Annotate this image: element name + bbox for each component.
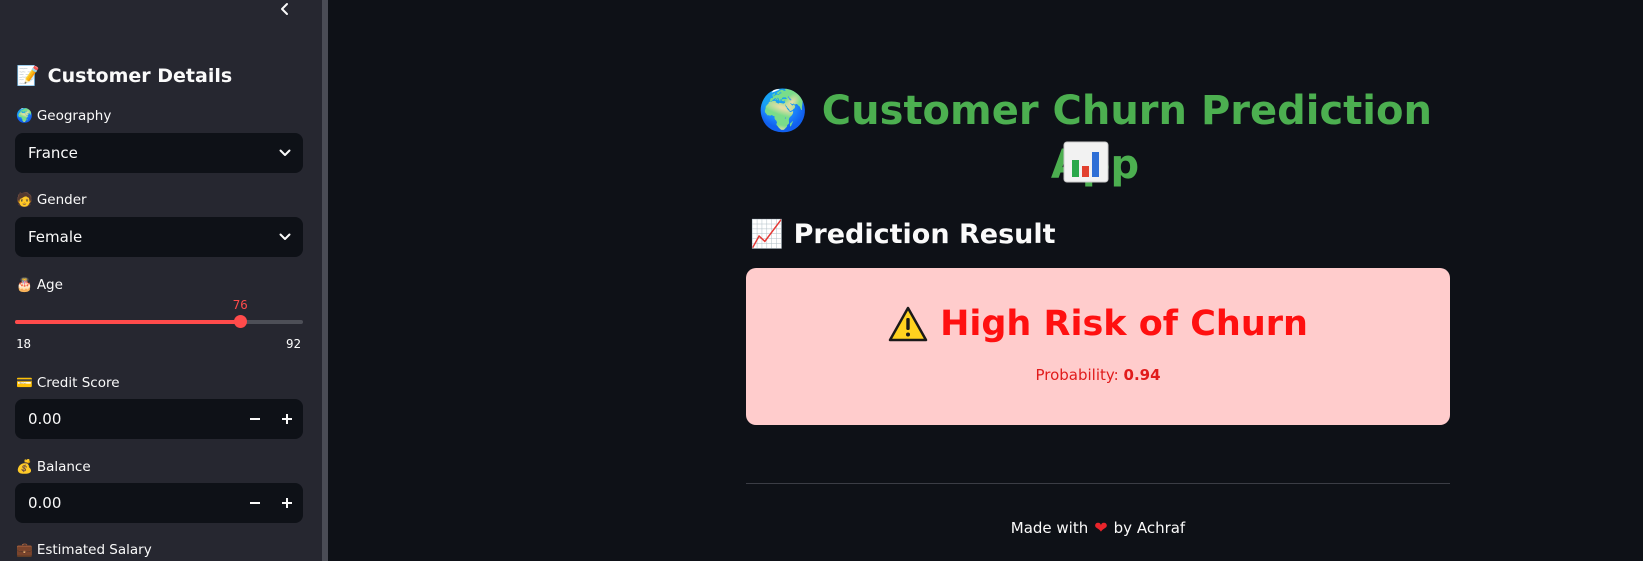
age-label-text: Age xyxy=(36,277,63,293)
chevron-down-icon xyxy=(267,233,303,241)
globe-icon: 🌍 xyxy=(758,88,808,134)
divider xyxy=(746,483,1450,484)
credit-score-value[interactable]: 0.00 xyxy=(15,410,239,428)
bar-chart-icon xyxy=(1063,141,1109,183)
trending-up-icon: 📈 xyxy=(750,219,784,250)
geography-label: 🌍 Geography xyxy=(16,108,111,124)
result-title-text: High Risk of Churn xyxy=(940,304,1308,344)
age-slider-track[interactable] xyxy=(15,320,303,324)
credit-score-label: 💳 Credit Score xyxy=(16,375,120,391)
footer-suffix: by Achraf xyxy=(1113,518,1186,537)
credit-score-increment-button[interactable] xyxy=(271,399,303,439)
age-slider-thumb[interactable] xyxy=(234,315,248,328)
chevron-down-icon xyxy=(267,149,303,157)
sidebar-heading: 📝 Customer Details xyxy=(16,64,233,88)
briefcase-icon: 💼 xyxy=(16,542,33,558)
prediction-result-card: High Risk of Churn Probability: 0.94 xyxy=(746,268,1450,425)
result-title: High Risk of Churn xyxy=(746,304,1450,344)
gender-label-text: Gender xyxy=(36,192,87,208)
chevron-left-icon xyxy=(281,3,288,15)
probability-label: Probability: xyxy=(1035,366,1119,384)
balance-label: 💰 Balance xyxy=(16,459,91,475)
credit-score-decrement-button[interactable] xyxy=(239,399,271,439)
money-bag-icon: 💰 xyxy=(16,459,33,475)
footer: Made with ❤ by Achraf xyxy=(746,518,1450,537)
balance-value[interactable]: 0.00 xyxy=(15,494,239,512)
estimated-salary-label-text: Estimated Salary xyxy=(36,542,152,558)
minus-icon xyxy=(250,502,260,504)
age-slider-max: 92 xyxy=(286,336,302,351)
age-slider-min: 18 xyxy=(16,336,32,351)
plus-icon xyxy=(282,414,292,424)
gender-value: Female xyxy=(28,228,83,246)
globe-icon: 🌍 xyxy=(16,108,33,124)
credit-score-input[interactable]: 0.00 xyxy=(15,399,303,439)
app-root: 📝 Customer Details 🌍 Geography France 🧑 … xyxy=(0,0,1643,561)
geography-select[interactable]: France xyxy=(15,133,303,173)
collapse-sidebar-button[interactable] xyxy=(274,0,296,18)
probability-value: 0.94 xyxy=(1123,366,1161,384)
page-title-text: Customer Churn Prediction App xyxy=(821,88,1432,188)
gender-label: 🧑 Gender xyxy=(16,192,87,208)
age-label: 🎂 Age xyxy=(16,277,63,293)
gender-select[interactable]: Female xyxy=(15,217,303,257)
cake-icon: 🎂 xyxy=(16,277,33,293)
result-probability: Probability: 0.94 xyxy=(746,366,1450,384)
credit-card-icon: 💳 xyxy=(16,375,33,391)
geography-label-text: Geography xyxy=(36,108,112,124)
estimated-salary-label: 💼 Estimated Salary xyxy=(16,542,152,558)
prediction-result-heading: 📈 Prediction Result xyxy=(750,218,1056,251)
balance-increment-button[interactable] xyxy=(271,483,303,523)
memo-icon: 📝 xyxy=(16,65,40,87)
heart-icon: ❤ xyxy=(1094,518,1108,537)
age-slider-fill xyxy=(15,320,241,324)
warning-icon xyxy=(888,306,928,342)
plus-icon xyxy=(282,498,292,508)
geography-value: France xyxy=(28,144,78,162)
sidebar: 📝 Customer Details 🌍 Geography France 🧑 … xyxy=(0,0,322,561)
sidebar-resize-handle[interactable] xyxy=(322,0,328,561)
footer-prefix: Made with xyxy=(1010,518,1089,537)
person-icon: 🧑 xyxy=(16,192,33,208)
balance-input[interactable]: 0.00 xyxy=(15,483,303,523)
sidebar-heading-text: Customer Details xyxy=(47,64,233,87)
prediction-result-heading-text: Prediction Result xyxy=(793,218,1056,250)
credit-score-label-text: Credit Score xyxy=(36,375,120,391)
minus-icon xyxy=(250,418,260,420)
balance-decrement-button[interactable] xyxy=(239,483,271,523)
age-slider-value: 76 xyxy=(232,297,248,312)
balance-label-text: Balance xyxy=(36,459,91,475)
